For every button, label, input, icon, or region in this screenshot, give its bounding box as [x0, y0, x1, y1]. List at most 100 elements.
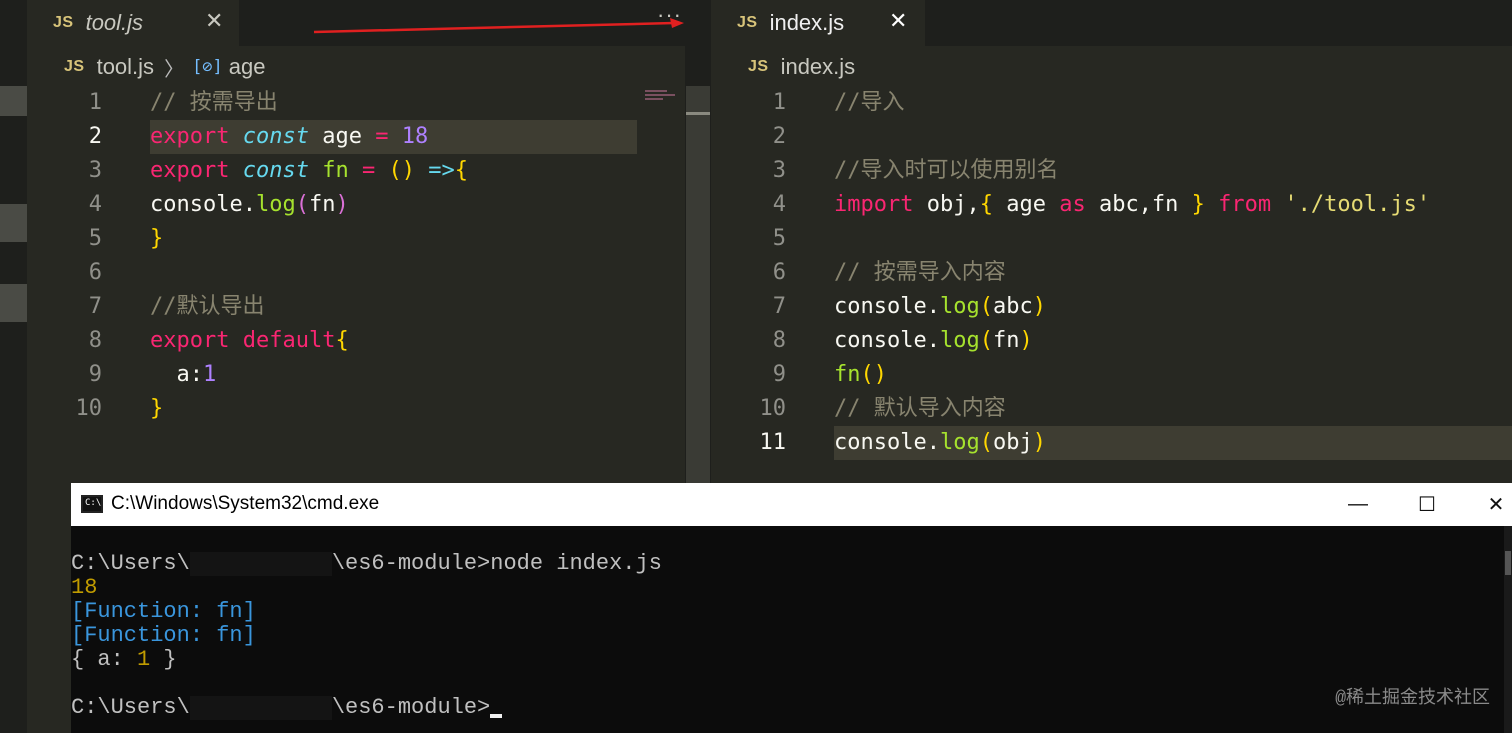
code-line[interactable]: 6 // 按需导入内容	[711, 256, 1512, 290]
code-text: // 按需导入内容	[834, 256, 1006, 290]
code-token: log	[939, 430, 980, 455]
prompt-line: C:\Users\ \es6-module>node index.js	[71, 551, 662, 576]
scrollbar[interactable]	[1504, 526, 1512, 733]
code-token: // 按需导出	[150, 90, 278, 115]
code-token: (	[979, 430, 993, 455]
code-line[interactable]: 3 export const fn = () =>{	[27, 154, 685, 188]
line-number: 10	[75, 396, 103, 421]
code-line[interactable]: 11 console.log(obj)	[711, 426, 1512, 460]
breadcrumb: JS index.js	[748, 52, 855, 82]
tab-tool-js[interactable]: JS tool.js ✕	[27, 0, 239, 46]
code-line[interactable]: 2	[711, 120, 1512, 154]
code-token: )	[1032, 430, 1046, 455]
code-line[interactable]: 8 console.log(fn)	[711, 324, 1512, 358]
code-line[interactable]: 8 export default{	[27, 324, 685, 358]
code-token: }	[150, 226, 164, 251]
code-area[interactable]: 1 //导入 2 3 //导入时可以使用别名 4 import obj,{ age as a…	[711, 86, 1512, 460]
code-text: }	[150, 222, 163, 256]
code-token: //默认导出	[150, 294, 265, 319]
line-number: 7	[772, 294, 786, 319]
chevron-right-icon: 〉	[164, 58, 185, 81]
code-text: // 默认导入内容	[834, 392, 1006, 426]
cmd-title-bar[interactable]: C:\ C:\Windows\System32\cmd.exe — ☐ ✕	[71, 483, 1512, 526]
code-token: log	[939, 328, 980, 353]
code-line[interactable]: 3 //导入时可以使用别名	[711, 154, 1512, 188]
scrollbar-thumb[interactable]	[1505, 551, 1511, 575]
scrollbar[interactable]	[686, 86, 710, 483]
output-line: [Function: fn]	[71, 623, 256, 648]
code-token: const	[242, 124, 309, 149]
code-line[interactable]: 10}	[27, 392, 685, 426]
code-area[interactable]: 1// 按需导出 2 export const age = 18 3 export co…	[27, 86, 685, 426]
right-editor: JS index.js ✕ JS index.js 1 //导入 2 3 //导入时可以…	[711, 0, 1512, 483]
terminal-icon: C:\	[81, 495, 103, 513]
code-token: export	[150, 158, 230, 183]
code-token: log	[255, 192, 296, 217]
code-token: }	[1191, 192, 1205, 217]
code-line[interactable]: 7 console.log(abc)	[711, 290, 1512, 324]
code-token: import	[834, 192, 914, 217]
code-token: export	[150, 328, 230, 353]
code-token: ()	[860, 362, 888, 387]
close-icon[interactable]: ✕	[205, 8, 223, 34]
code-line[interactable]: 10 // 默认导入内容	[711, 392, 1512, 426]
breadcrumb-file[interactable]: index.js	[781, 54, 856, 80]
code-line[interactable]: 2 export const age = 18	[27, 120, 685, 154]
left-editor: JS tool.js ✕ ··· JS tool.js 〉 [⊘] age 1/…	[27, 0, 685, 483]
output-line: { a: 1 }	[71, 647, 177, 672]
close-button[interactable]: ✕	[1461, 483, 1512, 526]
close-icon[interactable]: ✕	[889, 8, 907, 34]
code-text: console.log(obj)	[834, 426, 1046, 460]
code-text: export const fn = () =>{	[150, 154, 468, 188]
code-line[interactable]: 5	[711, 222, 1512, 256]
code-token: './tool.js'	[1284, 192, 1431, 217]
minimize-button[interactable]: —	[1323, 483, 1393, 526]
code-token: 1	[202, 362, 217, 387]
code-text: //默认导出	[150, 290, 265, 324]
js-file-icon: JS	[748, 58, 769, 75]
line-number: 5	[772, 226, 786, 251]
code-line[interactable]: 6	[27, 256, 685, 290]
prompt-line: C:\Users\ \es6-module>	[71, 696, 503, 720]
watermark: @稀土掘金技术社区	[1335, 689, 1490, 709]
line-number: 3	[772, 158, 786, 183]
tab-label: tool.js	[85, 10, 144, 35]
red-arrow-annotation	[313, 18, 684, 34]
code-token: //导入时可以使用别名	[834, 158, 1059, 183]
code-token: fn	[308, 192, 336, 217]
code-line[interactable]: 1 // 按需导出	[27, 86, 685, 120]
code-token: obj,	[913, 192, 980, 217]
console-output[interactable]: C:\Users\ \es6-module>node index.js 18 [F…	[71, 526, 1512, 733]
js-file-icon: JS	[64, 58, 85, 75]
code-line[interactable]: 9 fn()	[711, 358, 1512, 392]
output-line: 18	[71, 575, 98, 600]
code-line[interactable]: 9 a:1	[27, 358, 685, 392]
code-token: fn	[322, 158, 349, 183]
code-token: {	[454, 158, 468, 183]
code-line[interactable]: 7 //默认导出	[27, 290, 685, 324]
code-token: from	[1218, 192, 1272, 217]
code-line[interactable]: 5}	[27, 222, 685, 256]
tab-index-js[interactable]: JS index.js ✕	[711, 0, 925, 46]
code-line[interactable]: 4 import obj,{ age as abc,fn } from './to…	[711, 188, 1512, 222]
output-line: [Function: fn]	[71, 599, 256, 624]
line-number: 10	[759, 396, 787, 421]
code-token: export	[150, 124, 230, 149]
code-line[interactable]: 1 //导入	[711, 86, 1512, 120]
maximize-icon: ☐	[1418, 494, 1436, 516]
redacted-username	[189, 552, 332, 576]
scrollbar-thumb[interactable]	[686, 112, 710, 115]
breadcrumb-symbol[interactable]: age	[229, 54, 266, 80]
minimap[interactable]	[645, 88, 685, 108]
line-number: 4	[772, 192, 786, 217]
maximize-button[interactable]: ☐	[1392, 483, 1462, 526]
command-text: node index.js	[490, 551, 662, 576]
breadcrumb-file[interactable]: tool.js	[97, 54, 154, 80]
code-line[interactable]: 4 console.log(fn)	[27, 188, 685, 222]
